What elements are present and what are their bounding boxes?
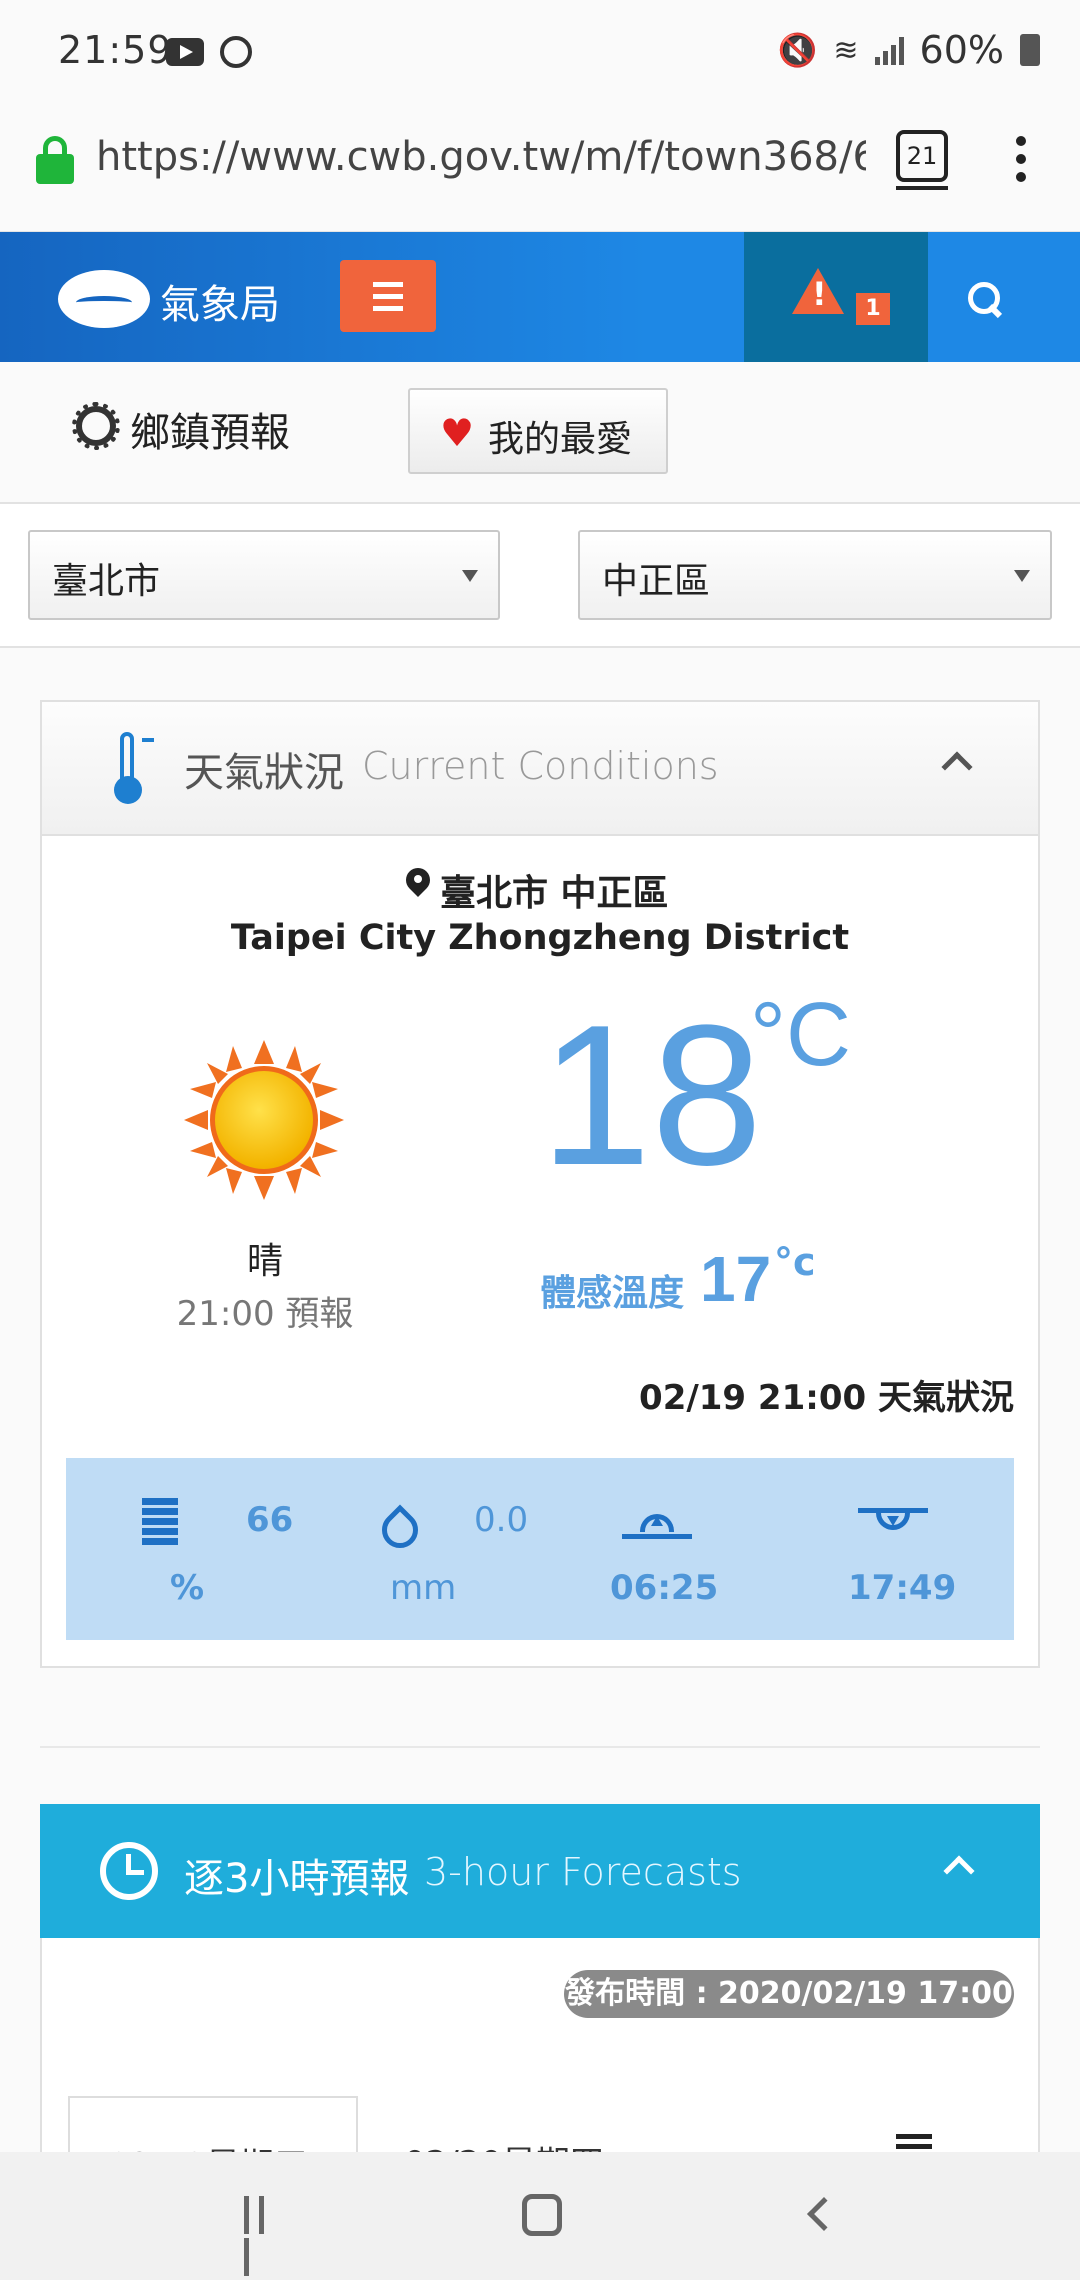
clock-icon <box>100 1842 158 1900</box>
feels-like-value: 17 <box>700 1243 772 1315</box>
location-pin-icon <box>406 868 430 902</box>
gear-icon <box>72 402 120 450</box>
favorites-label: 我的最愛 <box>488 419 633 460</box>
section-divider <box>40 1746 1040 1748</box>
feels-like-unit: °c <box>774 1240 816 1284</box>
current-temperature: 18 <box>540 984 763 1207</box>
tab-switcher-button[interactable]: 21 <box>896 130 948 190</box>
city-select-value: 臺北市 <box>52 561 161 602</box>
stats-panel <box>66 1458 1014 1640</box>
mute-icon: 🔇 <box>777 31 818 69</box>
rain-value: 0.0 <box>474 1500 529 1540</box>
youtube-icon <box>166 38 204 66</box>
observation-time: 02/19 21:00 天氣狀況 <box>639 1378 1014 1418</box>
status-time: 21:59 <box>58 28 173 72</box>
town-forecast-label[interactable]: 鄉鎮預報 <box>130 400 290 458</box>
recent-apps-icon[interactable] <box>244 2196 284 2276</box>
url-field[interactable]: https://www.cwb.gov.tw/m/f/town368/6300 <box>96 134 866 190</box>
temperature-unit: °C <box>750 985 851 1085</box>
humidity-unit: % <box>170 1568 205 1608</box>
sunset-time: 17:49 <box>848 1568 957 1608</box>
menu-button[interactable] <box>340 260 436 332</box>
district-select-value: 中正區 <box>602 561 711 602</box>
humidity-icon <box>142 1498 178 1546</box>
chevron-down-icon <box>462 570 478 582</box>
cwb-logo[interactable] <box>58 270 150 328</box>
battery-icon <box>1020 34 1040 66</box>
status-right: 🔇 ≋ 60% <box>778 28 1040 72</box>
chevron-down-icon <box>1014 570 1030 582</box>
weather-description: 晴 <box>246 1241 283 1282</box>
location-name: 臺北市 中正區 <box>440 873 669 914</box>
sun-icon <box>184 1040 344 1200</box>
more-options-icon[interactable] <box>1016 136 1028 184</box>
sunset-icon <box>858 1500 928 1540</box>
humidity-value: 66 <box>246 1500 294 1540</box>
sunrise-time: 06:25 <box>610 1568 719 1608</box>
site-title[interactable]: 氣象局 <box>160 272 280 330</box>
home-icon[interactable] <box>522 2194 562 2236</box>
feels-like-label: 體感溫度 <box>540 1273 685 1314</box>
rain-unit: mm <box>390 1568 457 1608</box>
thermometer-icon <box>114 732 154 804</box>
lock-icon[interactable] <box>36 136 74 184</box>
district-select[interactable]: 中正區 <box>578 530 1052 620</box>
battery-percent: 60% <box>919 28 1004 72</box>
forecast-time: 21:00 預報 <box>176 1294 354 1334</box>
search-icon[interactable] <box>968 282 1004 318</box>
signal-icon <box>874 35 904 65</box>
publish-time-badge: 發布時間 : 2020/02/19 17:00 <box>564 1970 1014 2018</box>
sunrise-icon <box>622 1504 692 1544</box>
forecast-title-en: 3-hour Forecasts <box>424 1850 742 1894</box>
heart-icon: ♥ <box>440 411 475 455</box>
city-select[interactable]: 臺北市 <box>28 530 500 620</box>
warning-exclamation: ! <box>812 275 827 313</box>
current-conditions-title-en: Current Conditions <box>362 744 719 788</box>
raindrop-icon <box>378 1500 412 1548</box>
location-name-en: Taipei City Zhongzheng District <box>230 918 850 958</box>
current-conditions-title: 天氣狀況 <box>184 750 344 796</box>
wifi-icon: ≋ <box>833 32 859 68</box>
alert-count-badge: 1 <box>856 293 890 325</box>
forecast-title: 逐3小時預報 <box>184 1856 410 1902</box>
